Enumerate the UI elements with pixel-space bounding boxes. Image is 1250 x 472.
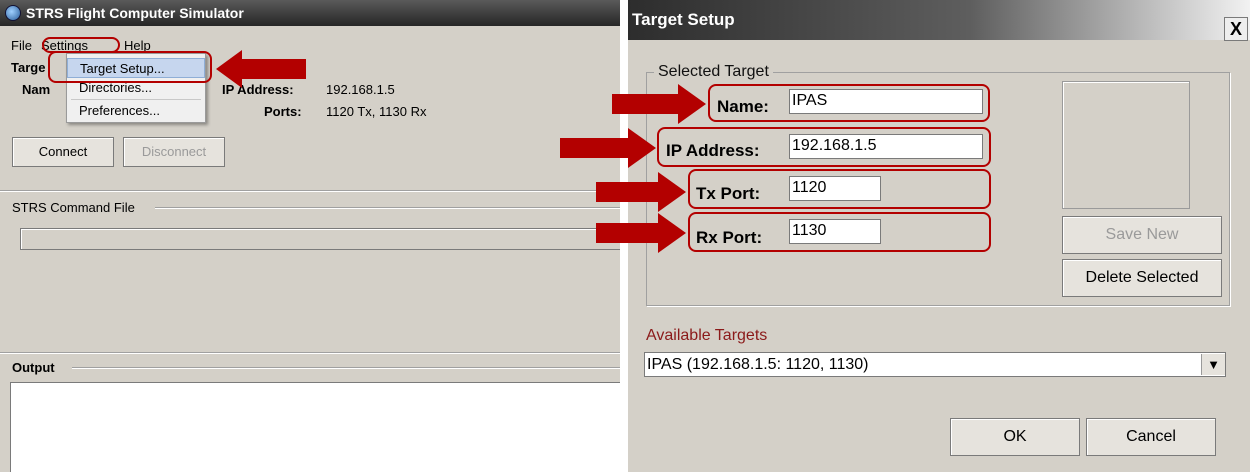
annotation-arrow (596, 172, 686, 212)
close-icon[interactable]: X (1224, 17, 1248, 41)
rx-port-highlight-box (688, 212, 991, 252)
app-icon (5, 5, 21, 21)
ports-value: 1120 Tx, 1130 Rx (326, 104, 427, 119)
ip-address-value: 192.168.1.5 (326, 82, 395, 97)
divider (0, 352, 620, 354)
ports-label: Ports: (264, 104, 302, 119)
connect-button[interactable]: Connect (12, 137, 114, 167)
annotation-arrow (612, 84, 706, 124)
name-label: Nam (22, 82, 51, 97)
target-setup-highlight-box (48, 51, 212, 83)
divider (0, 190, 620, 192)
divider (155, 207, 620, 209)
menu-item-preferences[interactable]: Preferences... (67, 101, 205, 121)
target-preview-box (1062, 81, 1190, 209)
delete-selected-button[interactable]: Delete Selected (1062, 259, 1222, 297)
simulator-window: STRS Flight Computer Simulator File Sett… (0, 0, 620, 472)
available-targets-value: IPAS (192.168.1.5: 1120, 1130) (647, 356, 869, 373)
annotation-arrow (560, 128, 656, 168)
output-label: Output (12, 360, 55, 375)
save-new-button[interactable]: Save New (1062, 216, 1222, 254)
available-targets-label: Available Targets (646, 327, 768, 344)
annotation-arrow (596, 213, 686, 253)
selected-target-label: Selected Target (654, 63, 773, 81)
window-title: STRS Flight Computer Simulator (0, 0, 620, 26)
cancel-button[interactable]: Cancel (1086, 418, 1216, 456)
command-file-label: STRS Command File (12, 200, 135, 215)
dropdown-arrow-icon[interactable]: ▼ (1201, 354, 1225, 375)
output-textarea[interactable] (10, 382, 620, 472)
name-highlight-box (708, 84, 990, 122)
target-setup-dialog: Target Setup X Selected Target Name: IPA… (628, 0, 1250, 472)
divider (72, 367, 620, 369)
available-targets-select[interactable]: IPAS (192.168.1.5: 1120, 1130) ▼ (644, 352, 1226, 377)
menu-file[interactable]: File (11, 38, 32, 53)
ok-button[interactable]: OK (950, 418, 1080, 456)
tx-port-highlight-box (688, 169, 991, 209)
target-group-label: Targe (11, 60, 46, 75)
dialog-title: Target Setup (628, 0, 1250, 40)
ip-highlight-box (657, 127, 991, 167)
disconnect-button[interactable]: Disconnect (123, 137, 225, 167)
annotation-arrow (216, 50, 306, 88)
menu-separator (71, 99, 201, 100)
command-file-field[interactable] (20, 228, 620, 250)
